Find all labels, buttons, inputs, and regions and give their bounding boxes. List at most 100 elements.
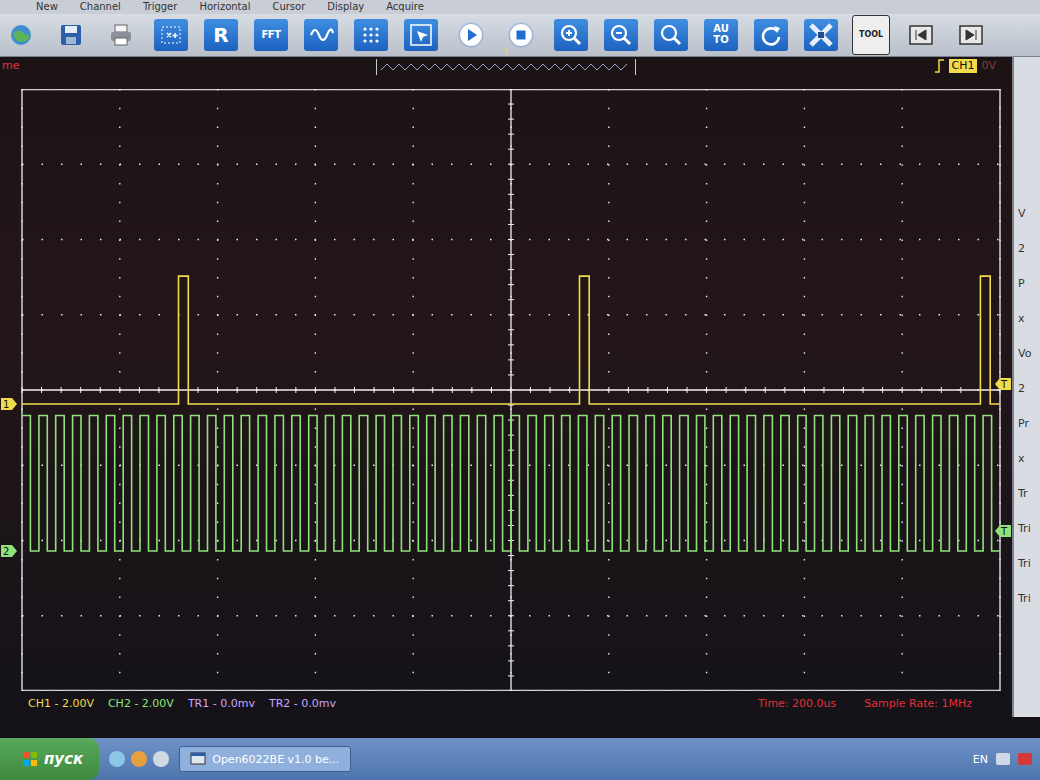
globe-button[interactable]	[4, 19, 38, 51]
auto-button[interactable]: AUTO	[704, 19, 738, 51]
xcross-button[interactable]	[804, 19, 838, 51]
zoomout-button[interactable]	[604, 19, 638, 51]
grid-line	[22, 238, 1000, 239]
taskbar-app-label: Open6022BE v1.0 be...	[212, 753, 339, 766]
auto-label: AUTO	[712, 24, 730, 45]
panel-label: x	[1018, 312, 1040, 325]
panel-label: Tr	[1018, 487, 1040, 500]
grid-line	[119, 89, 120, 691]
refresh-icon	[758, 22, 784, 48]
print-button[interactable]	[104, 19, 138, 51]
network-icon[interactable]	[996, 753, 1010, 765]
ch2-trace	[22, 415, 1000, 551]
start-label: пуск	[44, 750, 83, 768]
fft-label: FFT	[262, 30, 281, 40]
menu-item[interactable]: Channel	[80, 1, 121, 12]
status-bar: CH1 - 2.00VCH2 - 2.00VTR1 - 0.0mvTR2 - 0…	[0, 691, 1012, 717]
grid-line	[21, 89, 22, 691]
fft-button[interactable]: FFT	[254, 19, 288, 51]
zoombox-button[interactable]	[154, 19, 188, 51]
ch1-trace	[22, 276, 1000, 404]
taskbar: пуск Open6022BE v1.0 be... EN	[0, 738, 1040, 780]
quick-launch	[109, 751, 169, 767]
status-item: TR1 - 0.0mv	[188, 697, 255, 710]
taskbar-app[interactable]: Open6022BE v1.0 be...	[179, 746, 351, 772]
zoomfit-button[interactable]	[654, 19, 688, 51]
sine-icon	[308, 22, 334, 48]
quick-launch-icon[interactable]	[153, 751, 169, 767]
scope-panel: me T CH1 0V 1T2T CH1 - 2.00VCH2 - 2.00VT…	[0, 57, 1012, 717]
main-area: me T CH1 0V 1T2T CH1 - 2.00VCH2 - 2.00VT…	[0, 57, 1040, 717]
grid-line	[608, 89, 609, 691]
grid-line	[22, 389, 1000, 390]
start-button[interactable]: пуск	[0, 738, 99, 780]
grid-line	[22, 163, 1000, 164]
menu-item[interactable]: Cursor	[272, 1, 305, 12]
grid-line	[315, 89, 316, 691]
cursor-button[interactable]	[404, 19, 438, 51]
sine-button[interactable]	[304, 19, 338, 51]
grid-line	[902, 89, 903, 691]
trigger-marker[interactable]: T	[995, 525, 1011, 537]
scope-header: me T CH1 0V	[0, 57, 1012, 89]
panel-label: Tri	[1018, 522, 1040, 535]
svg-text:1: 1	[3, 399, 9, 410]
quick-launch-icon[interactable]	[109, 751, 125, 767]
settings-panel: V2PxVo2PrxTrTriTriTri	[1012, 57, 1040, 717]
next-button[interactable]	[954, 19, 988, 51]
language-indicator[interactable]: EN	[973, 753, 988, 766]
panel-label: x	[1018, 452, 1040, 465]
xcross-icon	[808, 22, 834, 48]
trigger-channel: CH1	[949, 59, 978, 73]
status-item: CH2 - 2.00V	[108, 697, 174, 710]
menu-item[interactable]: Acquire	[386, 1, 424, 12]
time-status: Time: 200.0usSample Rate: 1MHz	[758, 697, 972, 710]
quick-launch-icon[interactable]	[131, 751, 147, 767]
stop-button[interactable]	[504, 19, 538, 51]
save-icon	[58, 22, 84, 48]
menu-item[interactable]: Display	[327, 1, 364, 12]
grid-line	[22, 615, 1000, 616]
next-icon	[958, 22, 984, 48]
screen-border	[22, 89, 1000, 690]
menu-item[interactable]: Horizontal	[199, 1, 250, 12]
status-item: Time: 200.0us	[758, 697, 836, 710]
channel-marker[interactable]: 2	[1, 545, 17, 557]
panel-label: Tri	[1018, 592, 1040, 605]
zoomfit-icon	[658, 22, 684, 48]
grid-line	[217, 89, 218, 691]
dots-button[interactable]	[354, 19, 388, 51]
svg-text:T: T	[1000, 379, 1008, 390]
desktop-strip	[0, 717, 1040, 739]
antivirus-icon[interactable]	[1018, 753, 1032, 765]
save-button[interactable]	[54, 19, 88, 51]
timeline-marker: T	[504, 50, 509, 58]
toolbar: R FFT AUTO TOOL	[0, 14, 1040, 57]
r-label: R	[213, 25, 228, 45]
print-icon	[108, 22, 134, 48]
channel-marker[interactable]: 1	[1, 398, 17, 410]
grid-line	[804, 89, 805, 691]
app-window-icon	[190, 752, 206, 766]
prev-button[interactable]	[904, 19, 938, 51]
oscilloscope-app: New Channel Trigger Horizontal Cursor Display…	[0, 0, 1040, 780]
status-item: TR2 - 0.0mv	[269, 697, 336, 710]
timeline[interactable]: T	[376, 59, 636, 75]
system-tray: EN	[973, 753, 1032, 766]
zoomin-button[interactable]	[554, 19, 588, 51]
trigger-marker[interactable]: T	[995, 378, 1011, 390]
tool-button[interactable]: TOOL	[854, 19, 888, 51]
grid-line	[22, 314, 1000, 315]
trigger-edge-icon	[933, 58, 945, 74]
refresh-button[interactable]	[754, 19, 788, 51]
panel-label: 2	[1018, 382, 1040, 395]
panel-label: 2	[1018, 242, 1040, 255]
r-button[interactable]: R	[204, 19, 238, 51]
menu-item[interactable]: New	[36, 1, 58, 12]
menu-item[interactable]: Trigger	[143, 1, 178, 12]
menu-bar: New Channel Trigger Horizontal Cursor Display…	[0, 0, 1040, 14]
panel-label: V	[1018, 207, 1040, 220]
play-button[interactable]	[454, 19, 488, 51]
waveform-display[interactable]: 1 T 2 T	[0, 89, 1012, 691]
stop-icon	[508, 22, 534, 48]
